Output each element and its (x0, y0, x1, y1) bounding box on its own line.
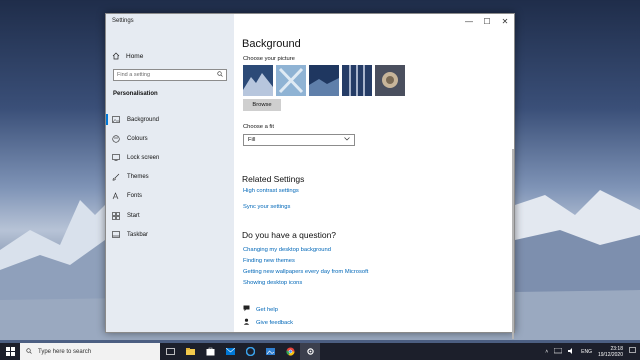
taskbar-search-box[interactable]: Type here to search (20, 343, 160, 360)
section-title: Personalisation (113, 91, 158, 97)
sidebar-item-background[interactable]: Background (106, 110, 234, 129)
store-icon[interactable] (200, 343, 220, 360)
sidebar-item-colours[interactable]: Colours (106, 129, 234, 148)
give-feedback-label: Give feedback (256, 319, 294, 326)
high-contrast-link[interactable]: High contrast settings (243, 188, 299, 194)
sidebar-item-label: Start (127, 212, 140, 219)
brush-icon (112, 173, 120, 181)
picture-thumbnail[interactable] (309, 65, 339, 96)
window-title: Settings (112, 18, 134, 24)
content-pane: Background Choose your picture Browse Ch… (234, 14, 516, 332)
give-feedback-link[interactable]: Give feedback (243, 318, 293, 327)
sidebar-item-lock-screen[interactable]: Lock screen (106, 148, 234, 167)
sidebar-nav: Background Colours Lock screen Themes Fo… (106, 110, 234, 244)
task-view-icon[interactable] (160, 343, 180, 360)
network-icon[interactable] (553, 347, 563, 356)
palette-icon (112, 135, 120, 143)
taskbar: Type here to search ˄ ENG 23:18 19/12/20… (0, 343, 640, 360)
chat-help-icon (243, 305, 250, 314)
question-heading: Do you have a question? (242, 230, 337, 240)
start-button[interactable] (0, 343, 20, 360)
scrollbar[interactable] (512, 149, 514, 339)
sidebar-item-themes[interactable]: Themes (106, 168, 234, 187)
clock[interactable]: 23:18 19/12/2020 (598, 346, 623, 358)
clock-date: 19/12/2020 (597, 351, 623, 358)
choose-fit-label: Choose a fit (243, 124, 274, 130)
browse-button[interactable]: Browse (243, 99, 281, 111)
search-icon (26, 347, 32, 356)
get-help-link[interactable]: Get help (243, 305, 278, 314)
question-link[interactable]: Finding new themes (243, 258, 295, 264)
sync-settings-link[interactable]: Sync your settings (243, 204, 290, 210)
page-title: Background (242, 38, 301, 50)
picture-thumbnails (243, 65, 405, 96)
sidebar-item-taskbar[interactable]: Taskbar (106, 225, 234, 244)
chrome-icon[interactable] (280, 343, 300, 360)
file-explorer-icon[interactable] (180, 343, 200, 360)
home-label: Home (126, 52, 144, 60)
related-settings-heading: Related Settings (242, 174, 305, 184)
get-help-label: Get help (256, 306, 278, 313)
find-setting-input[interactable]: Find a setting (113, 69, 227, 81)
chevron-down-icon (344, 137, 350, 143)
start-icon (112, 211, 120, 220)
sidebar-item-start[interactable]: Start (106, 206, 234, 225)
sidebar-item-label: Fonts (127, 193, 143, 200)
search-icon (217, 71, 223, 79)
question-link[interactable]: Getting new wallpapers every day from Mi… (243, 269, 368, 275)
sidebar: Settings Home Find a setting Personalisa… (106, 14, 234, 332)
system-tray: ˄ ENG 23:18 19/12/2020 (545, 343, 636, 360)
photos-icon[interactable] (260, 343, 280, 360)
picture-thumbnail[interactable] (342, 65, 372, 96)
search-placeholder: Find a setting (117, 72, 151, 78)
fit-dropdown[interactable]: Fill (243, 134, 355, 146)
choose-picture-label: Choose your picture (243, 56, 295, 62)
feedback-icon (243, 318, 250, 327)
sidebar-item-fonts[interactable]: Fonts (106, 187, 234, 206)
question-link[interactable]: Showing desktop icons (243, 280, 302, 286)
sidebar-item-label: Taskbar (127, 231, 149, 238)
sidebar-item-label: Background (127, 116, 160, 123)
volume-icon[interactable] (568, 347, 575, 356)
home-icon (112, 52, 120, 60)
notifications-icon[interactable] (629, 347, 636, 356)
home-link[interactable]: Home (112, 52, 143, 60)
font-icon (112, 192, 120, 200)
mail-icon[interactable] (220, 343, 240, 360)
picture-thumbnail[interactable] (276, 65, 306, 96)
chevron-up-icon[interactable]: ˄ (545, 349, 548, 355)
taskbar-search-placeholder: Type here to search (38, 348, 92, 355)
question-link[interactable]: Changing my desktop background (243, 247, 331, 253)
taskbar-icon (112, 231, 120, 239)
picture-thumbnail[interactable] (243, 65, 273, 96)
picture-icon (112, 116, 120, 124)
sidebar-item-label: Lock screen (127, 154, 160, 161)
picture-thumbnail[interactable] (375, 65, 405, 96)
edge-icon[interactable] (240, 343, 260, 360)
settings-icon[interactable] (300, 343, 320, 360)
sidebar-item-label: Colours (127, 135, 148, 142)
language-indicator[interactable]: ENG (581, 349, 592, 355)
settings-window: Settings Home Find a setting Personalisa… (105, 13, 516, 339)
fit-value: Fill (248, 137, 256, 143)
sidebar-item-label: Themes (127, 174, 149, 181)
lock-screen-icon (112, 154, 120, 162)
